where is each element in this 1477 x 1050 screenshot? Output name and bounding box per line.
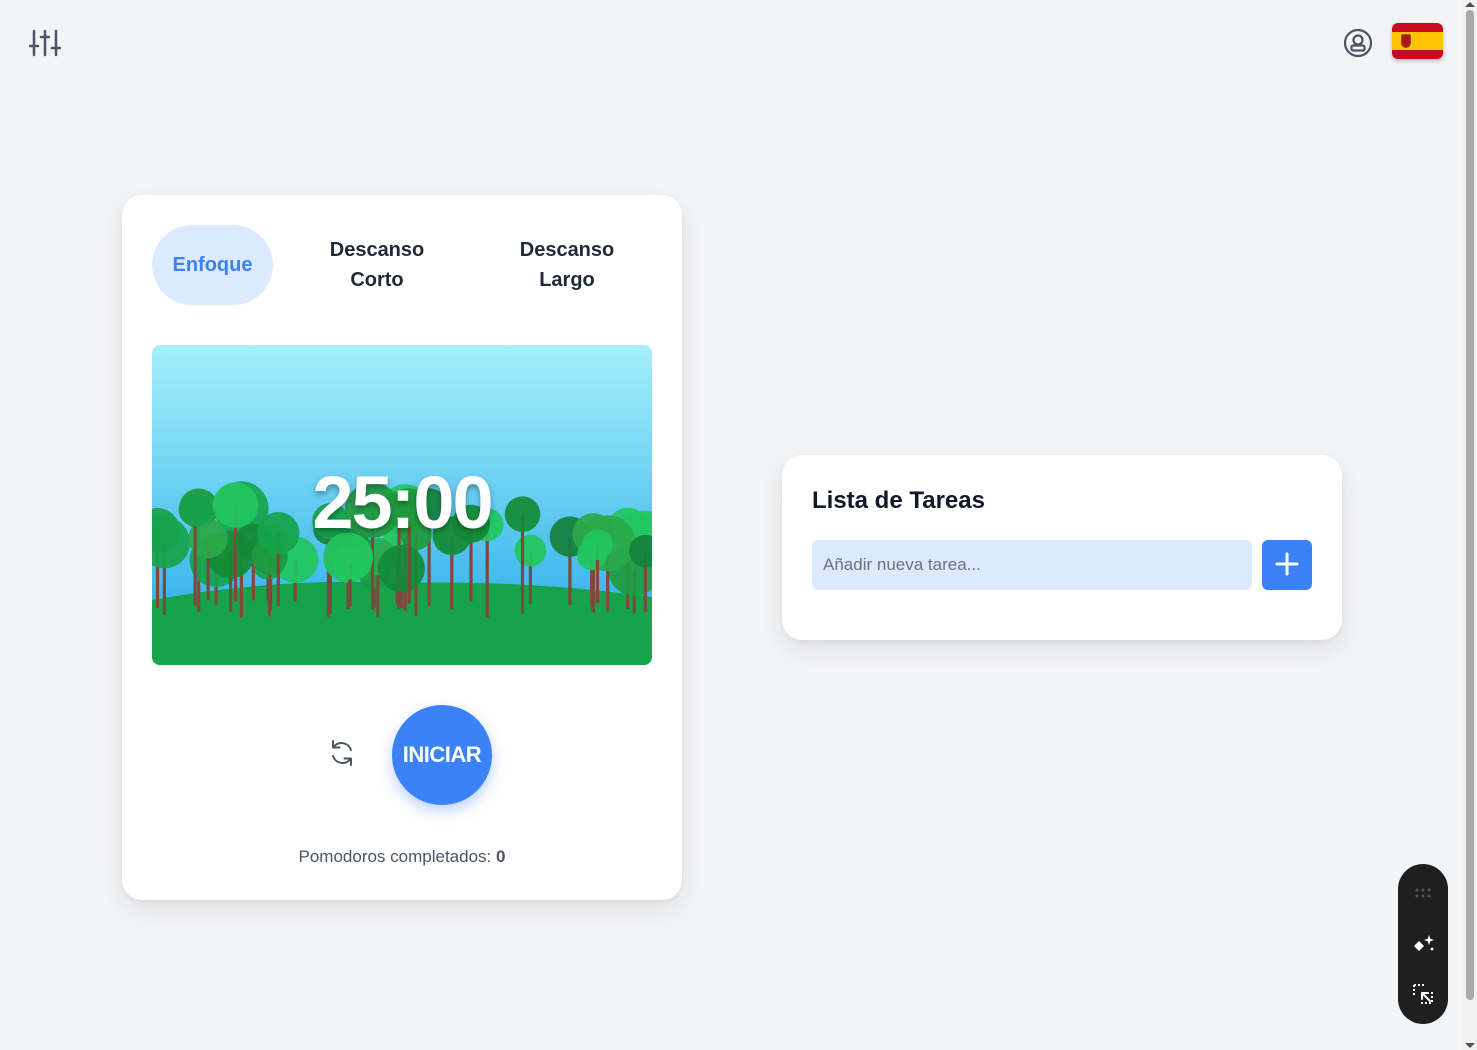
app-page: Enfoque Descanso Corto Descanso Largo 25… [0,0,1477,1050]
floating-toolbar [1398,864,1448,1024]
time-display: 25:00 [312,461,493,544]
add-task-button[interactable] [1262,540,1312,590]
reset-button[interactable] [322,735,362,775]
spain-flag [1392,23,1443,32]
toolbar-select-button[interactable] [1398,979,1448,1013]
tab-long-break[interactable]: Descanso Largo [492,225,642,305]
task-list-card: Lista de Tareas [782,455,1342,640]
magic-icon [1411,932,1435,961]
timer-card: Enfoque Descanso Corto Descanso Largo 25… [122,195,682,900]
user-circle-icon [1342,27,1374,64]
start-button[interactable]: INICIAR [392,705,492,805]
tab-focus[interactable]: Enfoque [152,225,273,305]
toolbar-drag-handle[interactable] [1398,877,1448,911]
tab-focus-label: Enfoque [172,254,253,276]
task-list-title: Lista de Tareas [812,487,985,514]
tab-short-break[interactable]: Descanso Corto [302,225,452,305]
grip-icon [1414,885,1432,903]
sliders-icon [28,28,62,63]
toolbar-magic-button[interactable] [1398,929,1448,963]
forest-scene: 25:00 [152,345,652,665]
scrollbar-thumb[interactable] [1466,10,1474,1000]
scroll-down-arrow-icon[interactable] [1465,1043,1475,1048]
plus-icon [1275,552,1299,579]
tab-long-break-label: Descanso Largo [519,239,615,291]
scroll-up-arrow-icon[interactable] [1465,2,1475,7]
pomodoro-counter: Pomodoros completados: 0 [122,847,682,867]
account-button[interactable] [1340,27,1376,63]
refresh-icon [327,738,357,773]
flag-emblem-icon [1401,34,1411,48]
tree-canopy [333,546,367,580]
mode-tabs: Enfoque Descanso Corto Descanso Largo [152,225,652,305]
select-icon [1411,982,1435,1011]
new-task-input[interactable] [812,540,1252,590]
language-button[interactable] [1392,23,1443,59]
settings-button[interactable] [26,28,64,62]
tab-short-break-label: Descanso Corto [329,239,425,291]
pomodoro-counter-value: 0 [496,847,506,866]
pomodoro-counter-label: Pomodoros completados: [298,847,492,866]
tree-canopy [377,544,425,592]
